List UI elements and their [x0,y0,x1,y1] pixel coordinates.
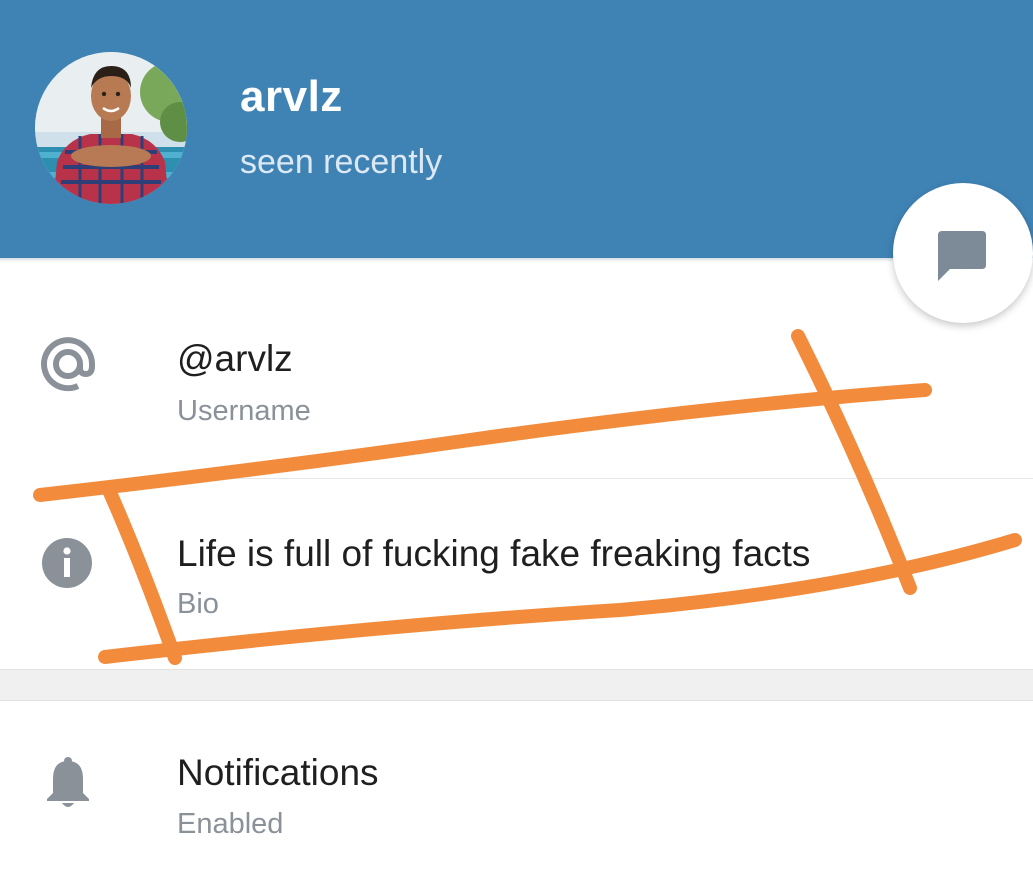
bell-icon [45,757,91,814]
annotation-stroke-top [33,383,932,502]
section-separator [0,669,1033,701]
bio-value[interactable]: Life is full of fucking fake freaking fa… [177,533,810,575]
message-bubble-icon [938,231,986,281]
row-divider [177,478,1033,479]
notifications-status: Enabled [177,808,284,840]
bio-label: Bio [177,588,219,620]
username-value[interactable]: @arvlz [177,338,293,380]
avatar[interactable] [35,52,187,204]
profile-name: arvlz [240,72,343,121]
header-shadow [0,258,1033,262]
at-sign-icon [40,336,96,397]
send-message-button[interactable] [893,183,1033,323]
annotation-stroke-left [101,481,182,665]
info-icon [40,536,94,595]
notifications-title[interactable]: Notifications [177,752,379,794]
username-label: Username [177,395,311,427]
annotation-stroke-right [791,329,917,595]
profile-status: seen recently [240,143,443,181]
